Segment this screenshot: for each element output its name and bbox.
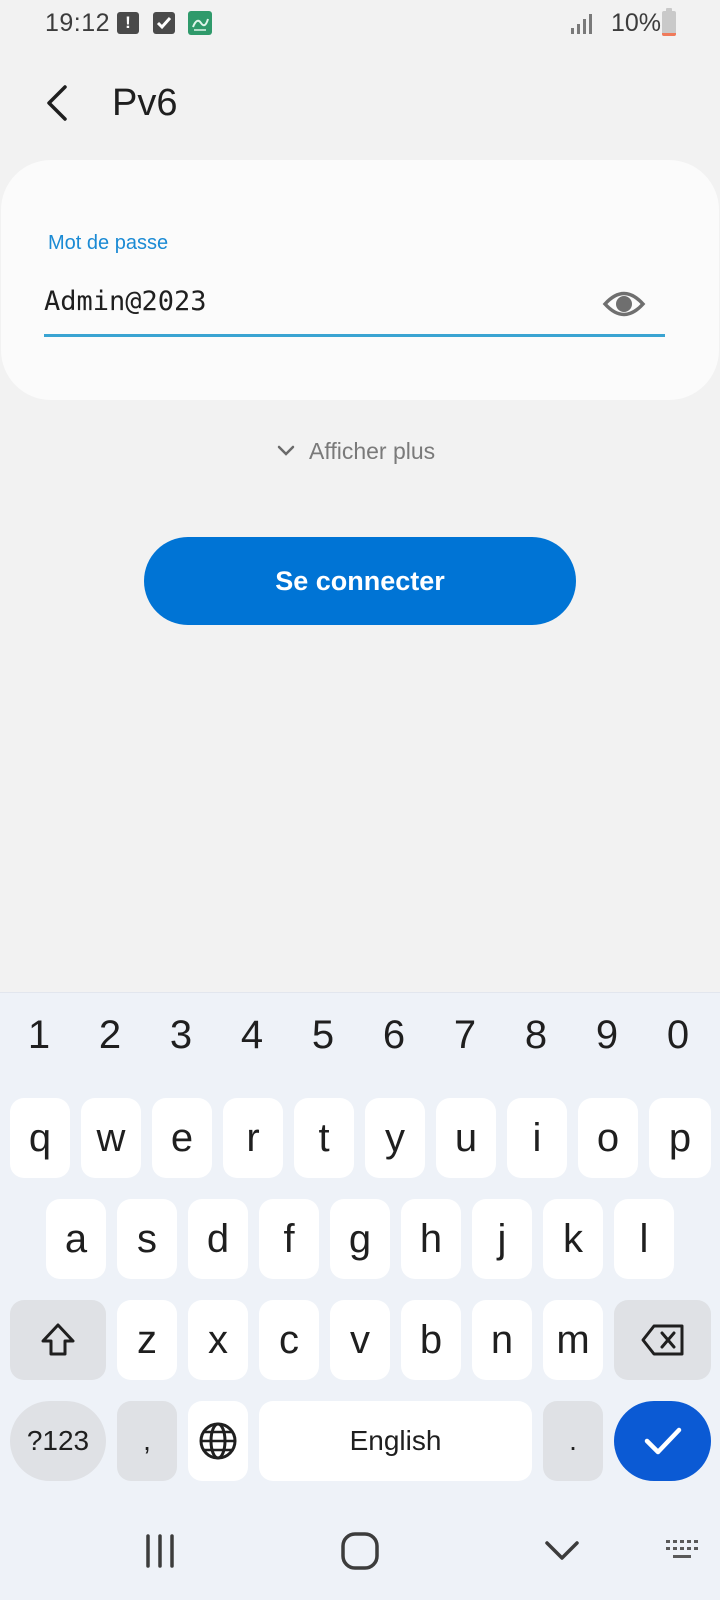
key-y[interactable]: y [365, 1098, 425, 1178]
keyboard-icon [666, 1540, 698, 1558]
key-e[interactable]: e [152, 1098, 212, 1178]
battery-level-fill [662, 33, 676, 36]
chevron-left-icon [47, 85, 67, 121]
key-s[interactable]: s [117, 1199, 177, 1279]
key-v[interactable]: v [330, 1300, 390, 1380]
chevron-down-icon [277, 445, 295, 456]
key-o[interactable]: o [578, 1098, 638, 1178]
backspace-icon [641, 1324, 683, 1356]
alert-icon: ! [117, 12, 139, 34]
recent-apps-button[interactable] [130, 1516, 190, 1586]
toggle-password-visibility-button[interactable] [600, 284, 648, 324]
key-a[interactable]: a [46, 1199, 106, 1279]
back-button[interactable] [34, 80, 80, 126]
symbols-key[interactable]: ?123 [10, 1401, 106, 1481]
chevron-down-icon [545, 1541, 579, 1560]
keyboard-switch-button[interactable] [660, 1516, 704, 1586]
key-c[interactable]: c [259, 1300, 319, 1380]
key-8[interactable]: 8 [501, 1007, 571, 1063]
key-z[interactable]: z [117, 1300, 177, 1380]
key-p[interactable]: p [649, 1098, 711, 1178]
key-i[interactable]: i [507, 1098, 567, 1178]
key-5[interactable]: 5 [288, 1007, 358, 1063]
status-time: 19:12 [45, 9, 111, 37]
key-3[interactable]: 3 [146, 1007, 216, 1063]
key-q[interactable]: q [10, 1098, 70, 1178]
app-notification-icon [188, 11, 212, 35]
show-more-button[interactable]: Afficher plus [277, 434, 435, 468]
page-title: Pv6 [112, 82, 178, 124]
key-d[interactable]: d [188, 1199, 248, 1279]
key-w[interactable]: w [81, 1098, 141, 1178]
home-icon [341, 1532, 379, 1570]
signal-icon [571, 14, 592, 34]
enter-key[interactable] [614, 1401, 711, 1481]
key-t[interactable]: t [294, 1098, 354, 1178]
key-n[interactable]: n [472, 1300, 532, 1380]
recent-apps-icon [146, 1534, 174, 1568]
comma-key[interactable]: , [117, 1401, 177, 1481]
battery-percent: 10% [611, 9, 662, 37]
key-4[interactable]: 4 [217, 1007, 287, 1063]
battery-icon [662, 8, 676, 36]
key-r[interactable]: r [223, 1098, 283, 1178]
key-b[interactable]: b [401, 1300, 461, 1380]
key-x[interactable]: x [188, 1300, 248, 1380]
eye-icon [602, 291, 646, 317]
password-field-label: Mot de passe [48, 232, 169, 254]
key-6[interactable]: 6 [359, 1007, 429, 1063]
key-0[interactable]: 0 [643, 1007, 713, 1063]
checkbox-icon [153, 12, 175, 34]
key-m[interactable]: m [543, 1300, 603, 1380]
language-key[interactable] [188, 1401, 248, 1481]
key-1[interactable]: 1 [4, 1007, 74, 1063]
home-button[interactable] [330, 1516, 390, 1586]
key-9[interactable]: 9 [572, 1007, 642, 1063]
on-screen-keyboard: 1 2 3 4 5 6 7 8 9 0 [0, 992, 720, 1600]
key-g[interactable]: g [330, 1199, 390, 1279]
key-2[interactable]: 2 [75, 1007, 145, 1063]
key-l[interactable]: l [614, 1199, 674, 1279]
key-h[interactable]: h [401, 1199, 461, 1279]
key-k[interactable]: k [543, 1199, 603, 1279]
status-bar: 19:12 ! 10% [0, 0, 720, 52]
show-more-label: Afficher plus [309, 437, 436, 464]
space-key[interactable]: English [259, 1401, 532, 1481]
hide-keyboard-button[interactable] [532, 1516, 592, 1586]
period-key[interactable]: . [543, 1401, 603, 1481]
shift-key[interactable] [10, 1300, 106, 1380]
password-card [1, 160, 719, 400]
backspace-key[interactable] [614, 1300, 711, 1380]
password-field-underline [44, 334, 665, 337]
checkmark-icon [644, 1427, 681, 1455]
number-row: 1 2 3 4 5 6 7 8 9 0 [0, 1007, 720, 1063]
key-j[interactable]: j [472, 1199, 532, 1279]
password-input[interactable]: Admin@2023 [44, 286, 207, 317]
key-7[interactable]: 7 [430, 1007, 500, 1063]
key-f[interactable]: f [259, 1199, 319, 1279]
globe-icon [199, 1422, 237, 1460]
shift-icon [41, 1323, 75, 1356]
connect-button[interactable]: Se connecter [144, 537, 576, 625]
key-u[interactable]: u [436, 1098, 496, 1178]
